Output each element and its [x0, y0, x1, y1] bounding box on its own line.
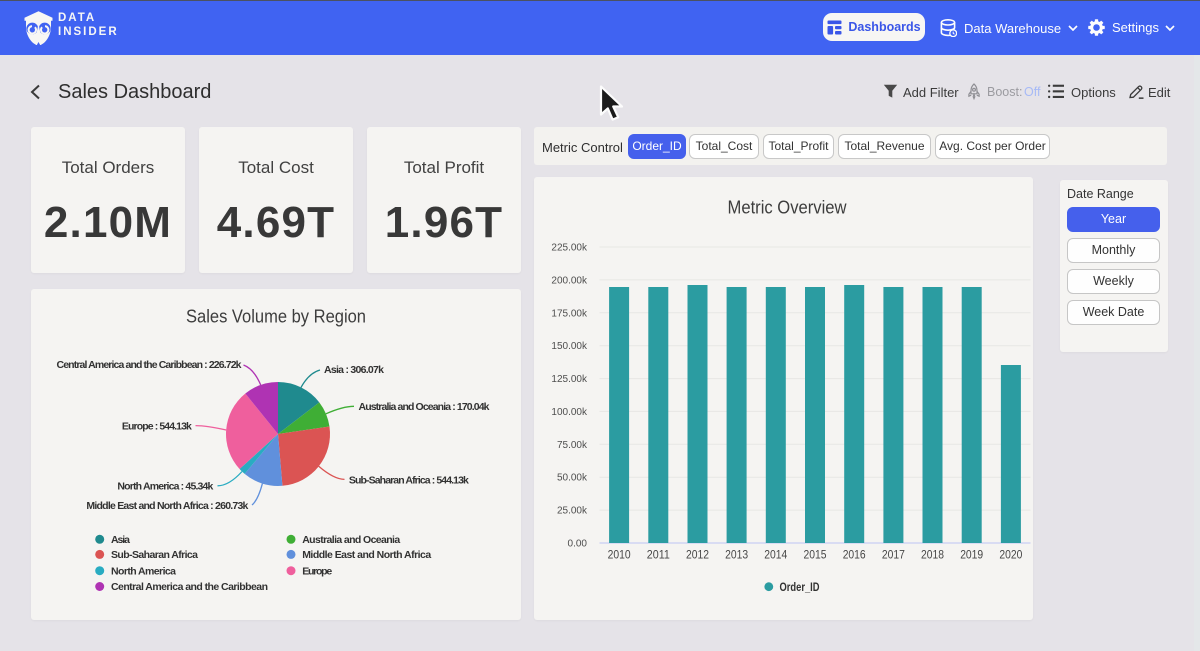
svg-text:125.00k: 125.00k	[551, 374, 588, 385]
svg-text:2015: 2015	[804, 550, 827, 562]
svg-text:150.00k: 150.00k	[551, 341, 588, 352]
svg-text:Metric Overview: Metric Overview	[728, 198, 848, 218]
svg-text:175.00k: 175.00k	[551, 308, 588, 319]
svg-text:200.00k: 200.00k	[551, 275, 588, 286]
svg-text:2017: 2017	[882, 550, 905, 562]
svg-text:Sub-Saharan Africa: Sub-Saharan Africa	[111, 549, 198, 561]
svg-text:2019: 2019	[960, 550, 983, 562]
svg-text:2011: 2011	[647, 550, 670, 562]
svg-text:75.00k: 75.00k	[557, 440, 588, 451]
svg-text:2013: 2013	[725, 550, 748, 562]
svg-text:25.00k: 25.00k	[557, 506, 588, 517]
svg-text:0.00: 0.00	[568, 539, 588, 550]
svg-text:Sub-Saharan Africa : 544.13k: Sub-Saharan Africa : 544.13k	[349, 475, 469, 487]
svg-text:Europe: Europe	[302, 565, 332, 577]
svg-text:100.00k: 100.00k	[551, 407, 588, 418]
svg-text:225.00k: 225.00k	[551, 243, 588, 254]
svg-text:Central America and the Caribb: Central America and the Caribbean	[111, 581, 268, 593]
svg-text:Australia and Oceania : 170.04: Australia and Oceania : 170.04k	[359, 401, 490, 413]
svg-text:2010: 2010	[608, 550, 631, 562]
svg-text:Europe : 544.13k: Europe : 544.13k	[122, 421, 192, 433]
svg-text:2012: 2012	[686, 550, 709, 562]
svg-text:Central America and the Caribb: Central America and the Caribbean : 226.…	[57, 359, 242, 371]
svg-text:Middle East and North Africa :: Middle East and North Africa : 260.73k	[86, 500, 248, 512]
svg-text:Sales Volume by Region: Sales Volume by Region	[186, 307, 366, 327]
svg-text:Middle East and North Africa: Middle East and North Africa	[302, 549, 431, 561]
svg-text:Order_ID: Order_ID	[780, 582, 820, 594]
svg-text:2016: 2016	[843, 550, 866, 562]
svg-text:North America: North America	[111, 565, 176, 577]
svg-text:Asia: Asia	[111, 534, 130, 546]
svg-text:Australia and Oceania: Australia and Oceania	[302, 534, 400, 546]
svg-text:50.00k: 50.00k	[557, 473, 588, 484]
svg-text:North America : 45.34k: North America : 45.34k	[117, 481, 213, 493]
svg-text:2018: 2018	[921, 550, 944, 562]
svg-text:2020: 2020	[999, 550, 1022, 562]
svg-text:Asia : 306.07k: Asia : 306.07k	[324, 364, 384, 376]
svg-text:2014: 2014	[764, 550, 788, 562]
